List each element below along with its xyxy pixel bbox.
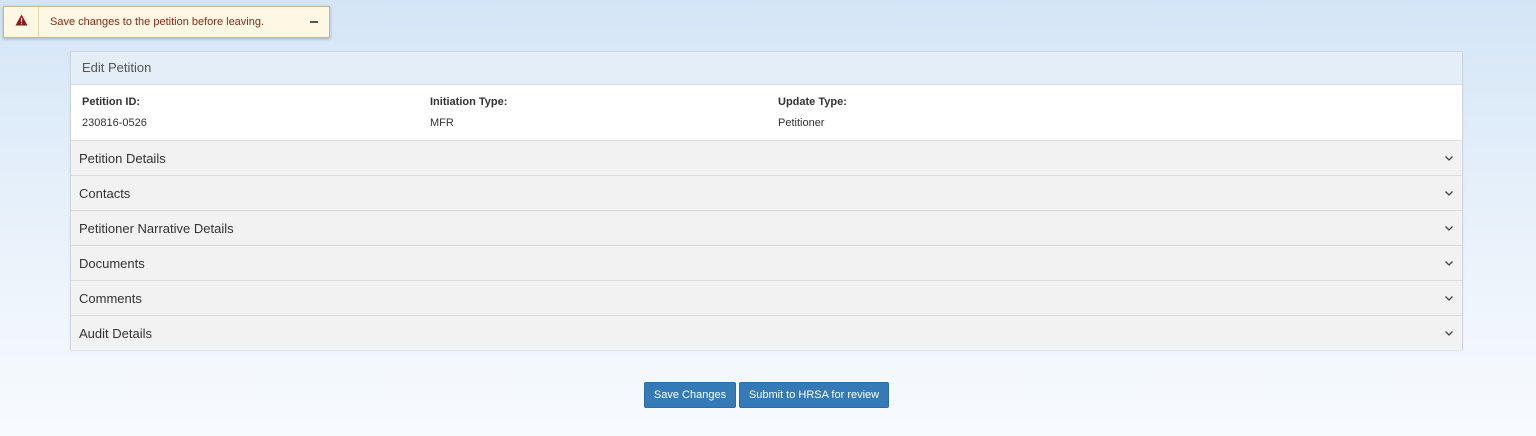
alert-icon-cell [4, 7, 39, 37]
petition-summary: Petition ID: 230816-0526 Initiation Type… [71, 85, 1462, 140]
update-type-label: Update Type: [778, 96, 847, 108]
petition-id-field: Petition ID: 230816-0526 [82, 95, 147, 130]
chevron-down-icon [1444, 328, 1454, 338]
section-petitioner-narrative-details[interactable]: Petitioner Narrative Details [71, 210, 1462, 245]
initiation-type-field: Initiation Type: MFR [430, 95, 507, 130]
alert-message: Save changes to the petition before leav… [50, 16, 265, 28]
chevron-down-icon [1444, 153, 1454, 163]
submit-to-hrsa-button[interactable]: Submit to HRSA for review [739, 382, 889, 408]
section-title: Petitioner Narrative Details [79, 220, 234, 236]
chevron-down-icon [1444, 293, 1454, 303]
save-changes-button[interactable]: Save Changes [644, 382, 736, 408]
initiation-type-label: Initiation Type: [430, 96, 508, 108]
update-type-value: Petitioner [778, 117, 825, 129]
section-title: Audit Details [79, 325, 152, 341]
warning-triangle-icon [15, 13, 28, 31]
edit-petition-panel: Edit Petition Petition ID: 230816-0526 I… [70, 51, 1463, 350]
section-title: Petition Details [79, 150, 166, 166]
update-type-field: Update Type: Petitioner [778, 95, 847, 130]
chevron-down-icon [1444, 258, 1454, 268]
chevron-down-icon [1444, 188, 1454, 198]
section-comments[interactable]: Comments [71, 280, 1462, 315]
section-documents[interactable]: Documents [71, 245, 1462, 280]
section-contacts[interactable]: Contacts [71, 175, 1462, 210]
section-title: Contacts [79, 185, 131, 201]
section-title: Comments [79, 290, 142, 306]
unsaved-changes-alert: Save changes to the petition before leav… [3, 6, 330, 38]
minimize-icon[interactable] [299, 7, 329, 37]
initiation-type-value: MFR [430, 117, 454, 129]
section-audit-details[interactable]: Audit Details [71, 315, 1462, 350]
chevron-down-icon [1444, 223, 1454, 233]
panel-title: Edit Petition [71, 52, 1462, 85]
section-title: Documents [79, 255, 145, 271]
petition-id-value: 230816-0526 [82, 117, 147, 129]
petition-id-label: Petition ID: [82, 96, 141, 108]
section-petition-details[interactable]: Petition Details [71, 140, 1462, 175]
